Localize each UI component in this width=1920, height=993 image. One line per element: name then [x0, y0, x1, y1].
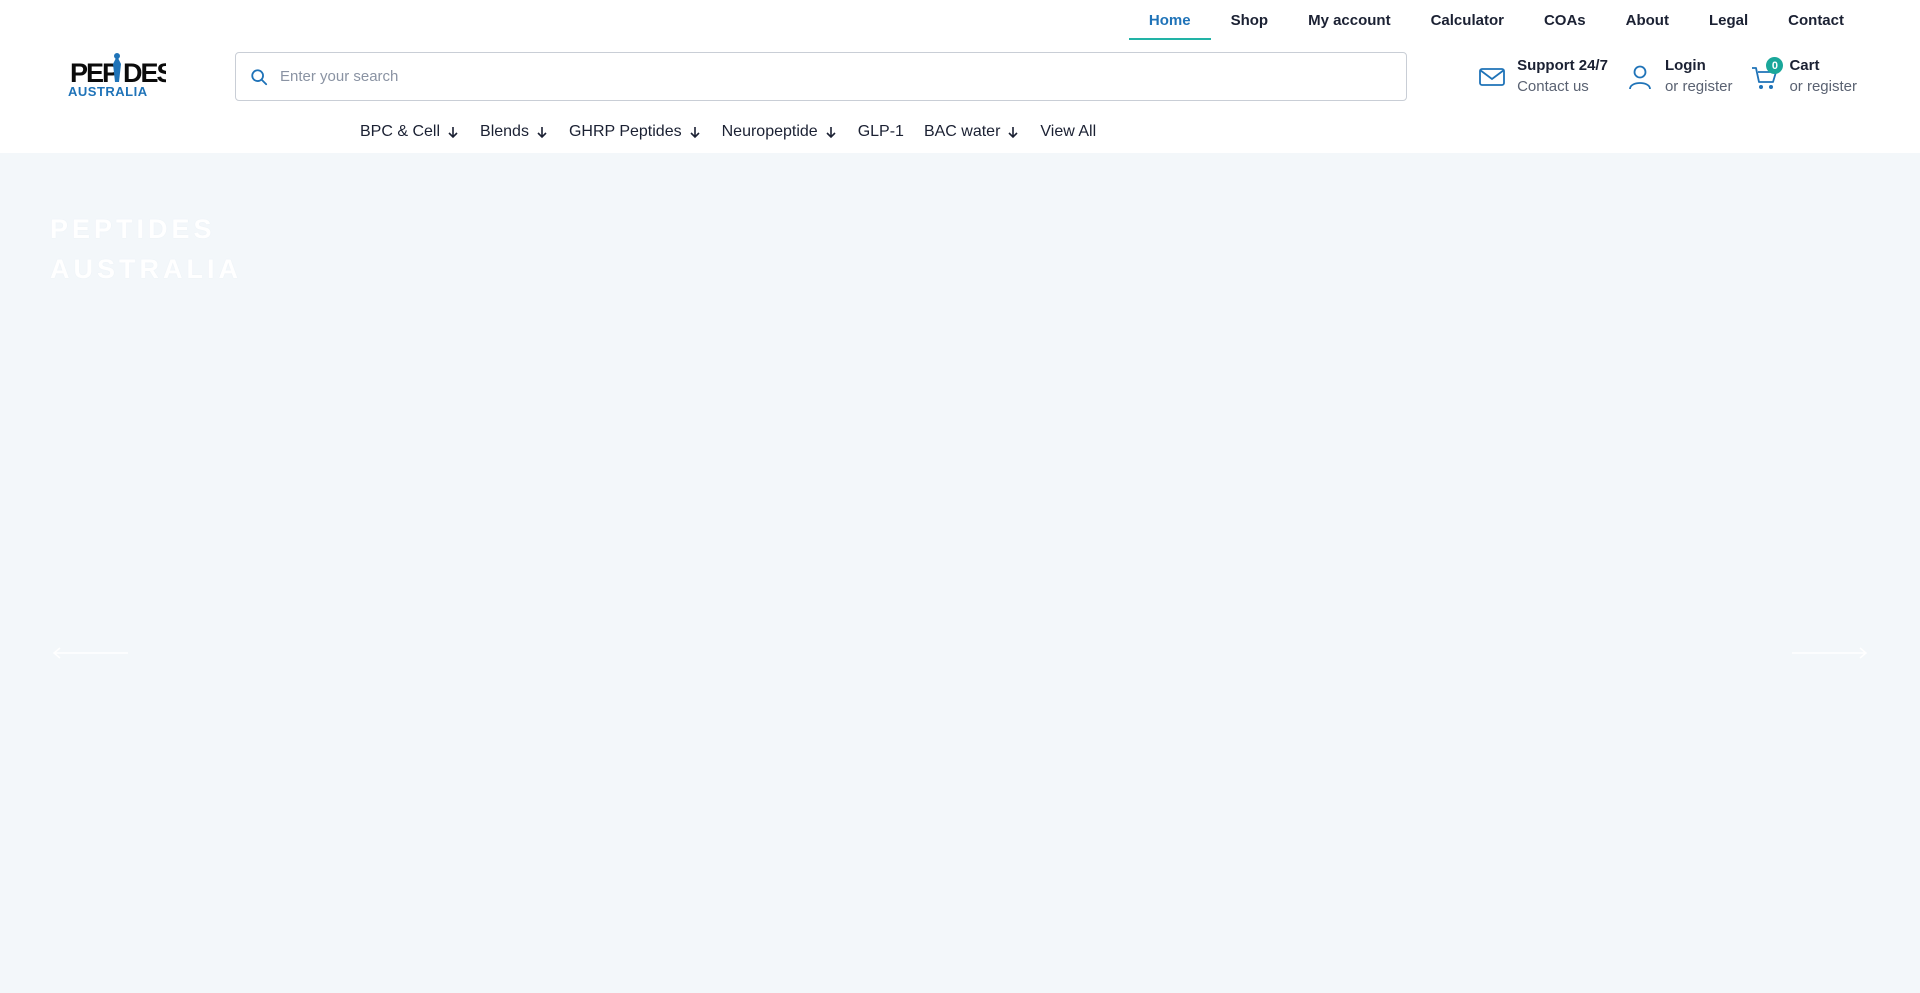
nav-about[interactable]: About [1606, 0, 1689, 40]
category-label: BAC water [923, 123, 1001, 140]
account-subtitle: or register [1664, 78, 1733, 95]
support-title: Support 24/7 [1517, 57, 1608, 74]
category-label: View All [1040, 123, 1097, 140]
account-title: Login [1664, 57, 1706, 74]
support-link[interactable]: Support 24/7 Contact us [1478, 55, 1608, 97]
cart-title: Cart [1789, 57, 1820, 74]
account-link[interactable]: Login or register [1626, 55, 1733, 97]
cart-subtitle: or register [1789, 78, 1857, 95]
nav-legal[interactable]: Legal [1689, 0, 1768, 40]
site-logo[interactable]: PEP DES AUSTRALIA [68, 52, 166, 98]
cart-count-badge: 0 [1766, 57, 1784, 74]
arrow-down-icon [1008, 127, 1018, 139]
category-view-all[interactable]: View All [1030, 120, 1106, 144]
category-glp-1[interactable]: GLP-1 [848, 120, 914, 144]
cart-link[interactable]: 0 Cart or register [1750, 55, 1857, 97]
nav-home[interactable]: Home [1128, 0, 1211, 40]
category-neuropeptide[interactable]: Neuropeptide [712, 120, 848, 144]
site-header: Home Shop My account Calculator COAs Abo… [0, 0, 1920, 153]
mail-icon [1479, 68, 1505, 86]
category-nav: BPC & Cell Blends GHRP Peptides Neuropep… [350, 120, 1106, 144]
slider-prev-arrow-icon[interactable] [50, 646, 130, 660]
user-icon [1629, 65, 1651, 90]
hero-brand-line2: AUSTRALIA [50, 254, 242, 284]
slider-next-arrow-icon[interactable] [1790, 646, 1870, 660]
arrow-down-icon [537, 127, 547, 139]
nav-my-account[interactable]: My account [1288, 0, 1411, 40]
search-box[interactable] [235, 52, 1407, 101]
svg-text:AUSTRALIA: AUSTRALIA [68, 84, 148, 98]
category-label: GLP-1 [857, 123, 904, 140]
nav-shop[interactable]: Shop [1211, 0, 1289, 40]
cart-icon-wrap: 0 [1750, 57, 1784, 91]
category-label: Neuropeptide [721, 123, 818, 140]
nav-calculator[interactable]: Calculator [1411, 0, 1524, 40]
category-ghrp-peptides[interactable]: GHRP Peptides [559, 120, 712, 144]
nav-contact[interactable]: Contact [1768, 0, 1864, 40]
arrow-down-icon [690, 127, 700, 139]
support-subtitle: Contact us [1517, 78, 1589, 95]
category-bpc-cell[interactable]: BPC & Cell [350, 120, 470, 144]
arrow-down-icon [826, 127, 836, 139]
hero-brand-line1: PEPTIDES [50, 214, 216, 244]
hero-brand: PEPTIDES AUSTRALIA [50, 209, 242, 289]
arrow-down-icon [448, 127, 458, 139]
top-nav: Home Shop My account Calculator COAs Abo… [1128, 0, 1864, 40]
hero-slider: PEPTIDES AUSTRALIA [0, 153, 1920, 993]
header-actions: Support 24/7 Contact us Login or registe… [1478, 55, 1857, 97]
category-label: GHRP Peptides [568, 123, 682, 140]
category-label: BPC & Cell [360, 123, 441, 140]
nav-coas[interactable]: COAs [1524, 0, 1606, 40]
search-input[interactable] [280, 68, 1406, 85]
category-blends[interactable]: Blends [470, 120, 559, 144]
category-bac-water[interactable]: BAC water [914, 120, 1030, 144]
category-label: Blends [480, 123, 529, 140]
search-icon [251, 68, 268, 85]
